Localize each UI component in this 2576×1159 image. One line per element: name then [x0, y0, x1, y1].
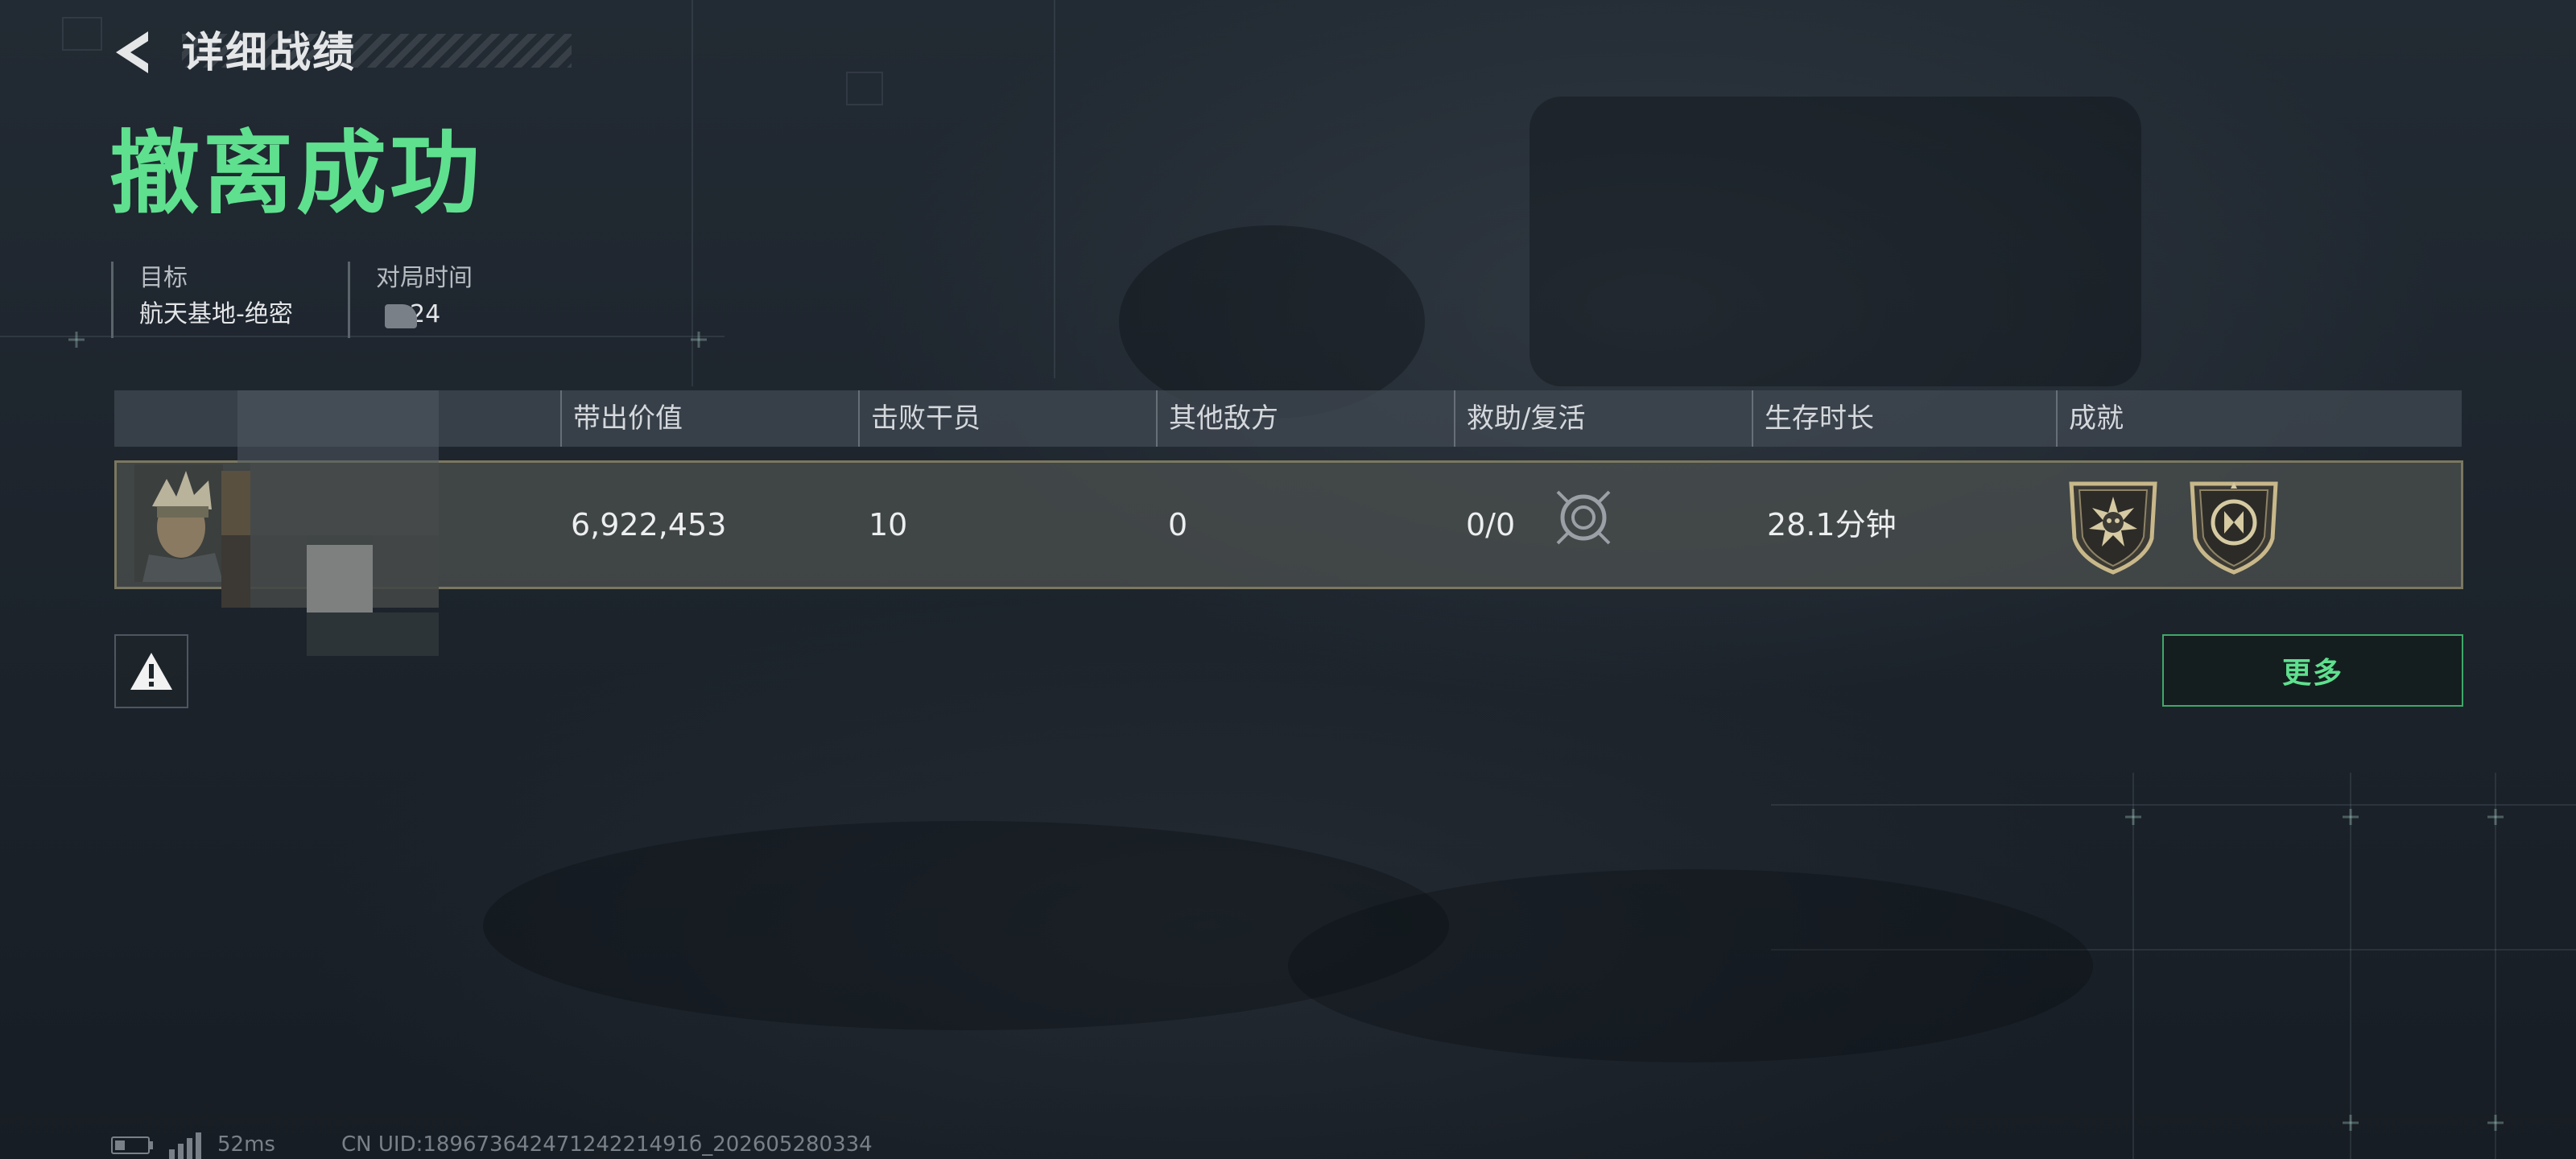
extraction-status: 撤离成功 [109, 122, 483, 226]
column-header-operators-defeated: 击败干员 [858, 390, 980, 447]
match-time-label: 对局时间 [376, 264, 473, 292]
chevron-left-icon [116, 31, 148, 73]
other-enemies: 0 [1168, 507, 1188, 542]
column-header-rescue-revive: 救助/复活 [1454, 390, 1585, 447]
target-label: 目标 [139, 264, 188, 292]
column-header-other-enemies: 其他敌方 [1156, 390, 1278, 447]
operator-portrait-icon [134, 464, 223, 582]
signal-strength-icon [169, 1132, 201, 1159]
battery-icon [111, 1136, 150, 1154]
column-header-value-carried: 带出价值 [560, 390, 683, 447]
uid-text: CN UID:18967364247124221491б_20260528033… [341, 1132, 873, 1157]
stats-table-header: 带出价值 击败干员 其他敌方 救助/复活 生存时长 成就 [114, 390, 2462, 447]
player-stats-row[interactable]: 6,922,453 10 0 0/0 28.1分钟 [114, 390, 2463, 656]
crest-emblem-badge-icon[interactable] [2186, 476, 2282, 575]
match-detail-screen: 详细战绩 撤离成功 目标 航天基地-绝密 对局时间 24 带出价值 击败干员 其… [0, 0, 2576, 1159]
more-button[interactable]: 更多 [2162, 634, 2463, 707]
skull-emblem-badge-icon[interactable] [2065, 476, 2161, 575]
target-value: 航天基地-绝密 [139, 300, 293, 328]
avatar [134, 464, 223, 582]
target-reticle-icon[interactable] [1553, 487, 1614, 548]
battery-tip [150, 1141, 153, 1149]
page-title: 详细战绩 [182, 29, 357, 77]
redacted-time-mask [385, 304, 417, 328]
target-info: 目标 航天基地-绝密 [111, 262, 293, 338]
value-carried: 6,922,453 [571, 507, 727, 542]
warning-icon [130, 653, 172, 690]
report-button[interactable] [114, 634, 188, 708]
rescue-revive: 0/0 [1466, 507, 1516, 542]
column-header-achievements: 成就 [2056, 390, 2124, 447]
more-button-label: 更多 [2281, 657, 2343, 690]
redacted-player-name [221, 390, 439, 656]
back-button[interactable] [108, 24, 156, 80]
operators-defeated: 10 [869, 507, 908, 542]
ping-value: 52ms [217, 1132, 275, 1157]
survival-time: 28.1分钟 [1767, 507, 1897, 542]
column-header-survival-time: 生存时长 [1752, 390, 1874, 447]
